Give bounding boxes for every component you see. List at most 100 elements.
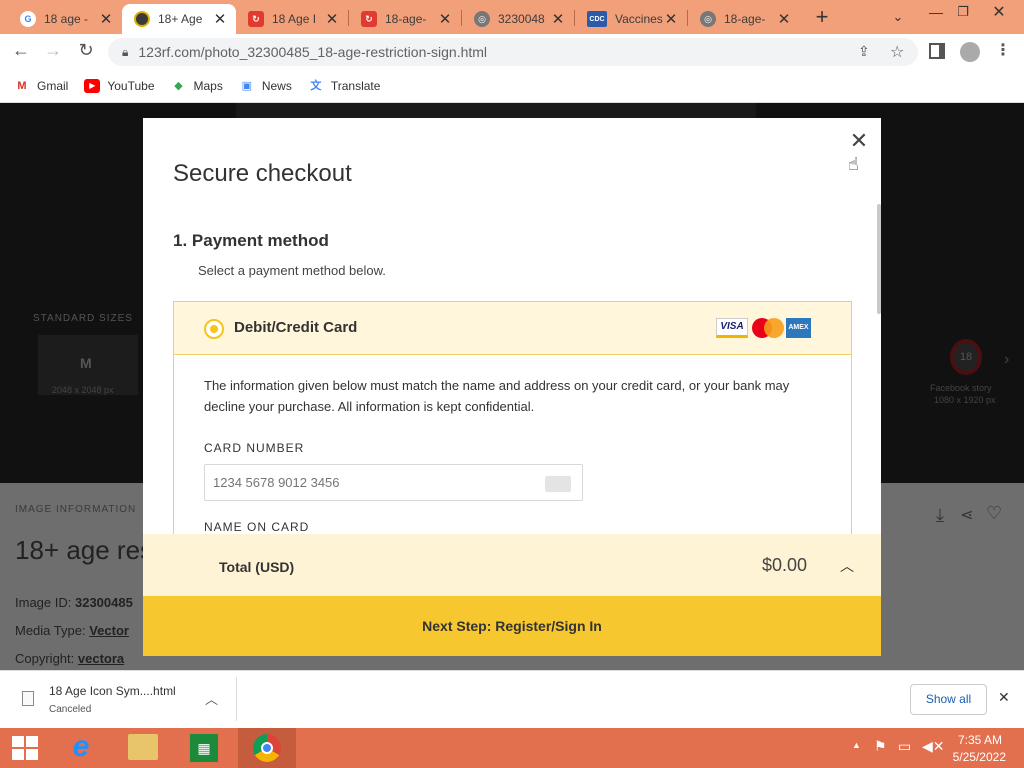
close-tab-icon[interactable]: ✕ bbox=[663, 10, 679, 28]
close-tab-icon[interactable]: ✕ bbox=[437, 10, 453, 28]
close-download-bar-icon[interactable]: ✕ bbox=[998, 689, 1010, 706]
globe-icon: ◎ bbox=[474, 11, 490, 27]
tray-arrow-icon[interactable]: ▲ bbox=[852, 740, 861, 750]
store-icon[interactable]: ▦ bbox=[190, 734, 218, 762]
copyright-value[interactable]: vectora bbox=[78, 651, 124, 666]
media-type-value[interactable]: Vector bbox=[89, 623, 129, 638]
gmail-icon: M bbox=[17, 80, 27, 92]
tab-3[interactable]: ↻ 18 Age I ✕ bbox=[236, 4, 348, 34]
kebab-menu-icon[interactable]: ⋮ bbox=[995, 40, 1011, 62]
minimize-icon[interactable]: — bbox=[926, 4, 946, 26]
restore-icon[interactable]: ❐ bbox=[953, 4, 973, 26]
forward-arrow-icon[interactable]: → bbox=[42, 40, 64, 62]
copyright-label: Copyright: bbox=[15, 651, 75, 666]
maps-icon: ◆ bbox=[174, 80, 183, 92]
flag-icon[interactable]: ⚑ bbox=[874, 738, 887, 755]
image-id-value: 32300485 bbox=[74, 595, 133, 610]
chevron-up-icon[interactable]: ︿ bbox=[840, 556, 854, 576]
tab-5[interactable]: ◎ 3230048 ✕ bbox=[462, 4, 574, 34]
windows-taskbar: e ▦ ▲ ⚑ ▭ ◀✕ 7:35 AM 5/25/2022 bbox=[0, 728, 1024, 768]
tab-4[interactable]: ↻ 18-age- ✕ bbox=[349, 4, 461, 34]
heart-icon[interactable]: ♡ bbox=[986, 503, 1002, 524]
network-icon[interactable]: ▭ bbox=[898, 738, 911, 755]
total-bar[interactable]: Total (USD) $0.00 ︿ bbox=[143, 534, 881, 596]
start-pane bbox=[26, 736, 38, 747]
tab-3-title: 18 Age I bbox=[272, 12, 317, 26]
tab-1-title: 18 age - bbox=[44, 12, 89, 26]
windows-start-icon[interactable] bbox=[12, 736, 38, 760]
total-label: Total (USD) bbox=[219, 559, 295, 575]
download-filename[interactable]: 18 Age Icon Sym....html bbox=[49, 684, 176, 698]
chevron-up-icon[interactable]: ︿ bbox=[205, 689, 218, 708]
payment-method-header[interactable]: Debit/Credit Card VISA AMEX bbox=[174, 302, 851, 355]
tab-7[interactable]: ◎ 18-age- ✕ bbox=[688, 4, 800, 34]
close-icon[interactable]: ✕ bbox=[849, 130, 869, 152]
name-on-card-label: NAME ON CARD bbox=[204, 520, 310, 534]
close-tab-icon[interactable]: ✕ bbox=[98, 10, 114, 28]
amex-logo: AMEX bbox=[786, 318, 811, 338]
visa-logo-label: VISA bbox=[720, 321, 744, 332]
youtube-icon: ▶ bbox=[84, 79, 101, 93]
globe-icon: ◎ bbox=[700, 11, 716, 27]
close-tab-icon[interactable]: ✕ bbox=[550, 10, 566, 28]
profile-avatar-icon[interactable] bbox=[960, 42, 980, 62]
volume-muted-icon[interactable]: ◀✕ bbox=[922, 738, 945, 755]
news-icon: ▣ bbox=[241, 80, 253, 92]
cdc-icon: CDC bbox=[587, 11, 607, 27]
chrome-icon bbox=[253, 734, 281, 762]
close-tab-icon[interactable]: ✕ bbox=[212, 10, 228, 28]
payment-step-heading: 1. Payment method bbox=[173, 231, 329, 250]
card-number-input[interactable] bbox=[204, 464, 583, 501]
modal-title: Secure checkout bbox=[173, 160, 352, 187]
tab-search-chevron-icon[interactable]: ⌄ bbox=[888, 6, 908, 28]
bookmark-label: Translate bbox=[330, 79, 381, 93]
start-pane bbox=[12, 736, 24, 747]
tab-6[interactable]: CDC Vaccines ✕ bbox=[575, 4, 687, 34]
facebook-story-thumb[interactable]: 18 bbox=[950, 339, 982, 375]
reload-icon[interactable]: ↻ bbox=[75, 40, 97, 62]
red-square-icon: ↻ bbox=[248, 11, 264, 27]
back-arrow-icon[interactable]: ← bbox=[10, 40, 32, 62]
standard-sizes-label: STANDARD SIZES bbox=[33, 313, 133, 324]
tab-6-title: Vaccines bbox=[615, 12, 663, 26]
new-tab-icon[interactable]: + bbox=[810, 4, 834, 30]
tab-2-active[interactable]: 18+ Age ✕ bbox=[122, 4, 236, 34]
bookmark-star-icon[interactable]: ☆ bbox=[890, 42, 904, 62]
copyright-row: Copyright: vectora bbox=[15, 651, 124, 666]
bookmark-label: Maps bbox=[193, 79, 223, 93]
carousel-next-icon[interactable]: › bbox=[1004, 351, 1009, 369]
123rf-icon bbox=[134, 11, 150, 27]
internet-explorer-icon[interactable]: e bbox=[64, 730, 98, 764]
bookmark-label: Gmail bbox=[37, 79, 69, 93]
address-bar[interactable]: 🔒︎ 123rf.com/photo_32300485_18-age-restr… bbox=[108, 38, 918, 66]
bookmark-translate[interactable]: 文 Translate bbox=[308, 79, 381, 93]
close-tab-icon[interactable]: ✕ bbox=[776, 10, 792, 28]
download-icon[interactable]: ⤓ bbox=[936, 505, 944, 526]
lock-icon: 🔒︎ bbox=[122, 44, 129, 59]
share-icon[interactable]: ⇪ bbox=[858, 43, 870, 60]
bookmarks-bar: M Gmail ▶ YouTube ◆ Maps ▣ News 文 Transl… bbox=[0, 70, 1024, 103]
share-icon[interactable]: ⋖ bbox=[960, 505, 973, 525]
next-step-button[interactable]: Next Step: Register/Sign In bbox=[143, 596, 881, 656]
bookmark-youtube[interactable]: ▶ YouTube bbox=[84, 79, 155, 93]
radio-selected[interactable] bbox=[204, 319, 224, 339]
bookmark-maps[interactable]: ◆ Maps bbox=[171, 79, 223, 93]
clock-date[interactable]: 5/25/2022 bbox=[950, 750, 1006, 764]
modal-scrollbar[interactable] bbox=[877, 204, 881, 314]
image-id-row: Image ID: 32300485 bbox=[15, 595, 133, 610]
tab-1[interactable]: G 18 age - ✕ bbox=[8, 4, 122, 34]
red-square-icon: ↻ bbox=[361, 11, 377, 27]
amex-logo-label: AMEX bbox=[788, 324, 809, 331]
size-option-m[interactable]: M 2048 x 2048 px bbox=[38, 335, 138, 395]
chrome-taskbar-button[interactable] bbox=[238, 728, 296, 768]
window-close-icon[interactable]: ✕ bbox=[988, 2, 1010, 24]
bookmark-news[interactable]: ▣ News bbox=[239, 79, 292, 93]
file-explorer-icon[interactable] bbox=[128, 734, 158, 760]
clock-time[interactable]: 7:35 AM bbox=[956, 733, 1002, 747]
close-tab-icon[interactable]: ✕ bbox=[324, 10, 340, 28]
size-m-label: M bbox=[80, 355, 92, 371]
side-panel-icon[interactable] bbox=[929, 43, 945, 59]
show-all-button[interactable]: Show all bbox=[910, 684, 987, 715]
bookmark-gmail[interactable]: M Gmail bbox=[14, 79, 68, 93]
facebook-story-label: Facebook story bbox=[930, 383, 992, 393]
